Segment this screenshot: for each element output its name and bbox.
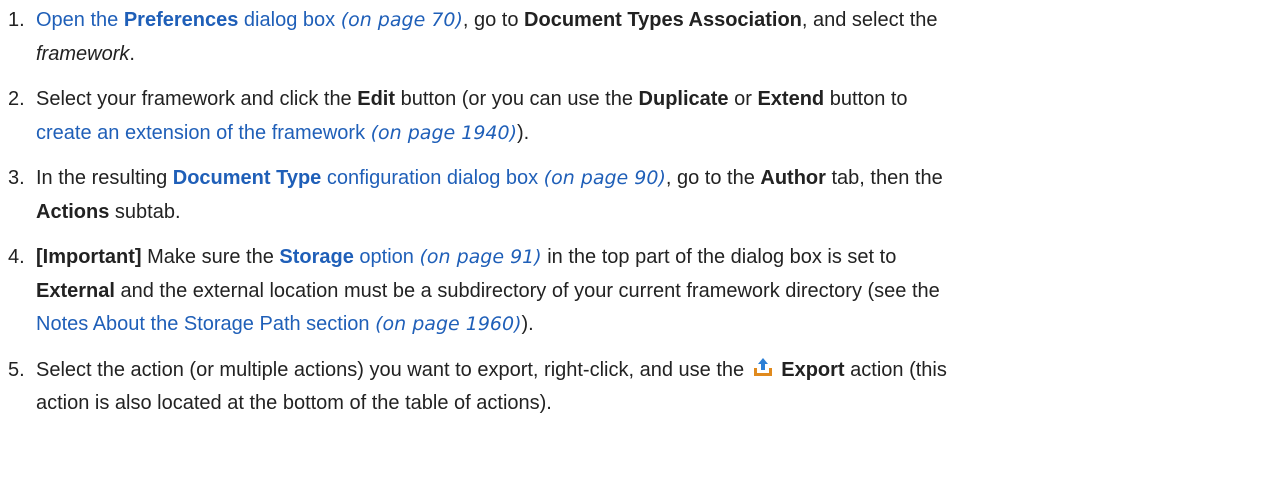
body-text: action is also located at the bottom of … — [36, 392, 552, 414]
body-text: . — [129, 42, 135, 65]
body-text: , and select the — [801, 9, 938, 31]
body-text: action (this — [844, 358, 947, 381]
body-text: ). — [517, 121, 530, 144]
body-text: or — [728, 88, 758, 110]
cross-reference-link[interactable]: Document Type — [173, 167, 322, 189]
body-text: button to — [824, 88, 908, 110]
cross-reference-link[interactable]: configuration dialog box — [321, 167, 543, 189]
ui-term: Edit — [357, 88, 396, 110]
instruction-steps: 1. Open the Preferences dialog box (on pa… — [8, 4, 1258, 433]
step-number: 1. — [8, 9, 25, 31]
cross-reference-link[interactable]: Notes About the Storage Path section — [36, 313, 375, 335]
ui-term: [Important] — [36, 246, 142, 268]
body-text: , go to — [462, 9, 525, 31]
step-item: 1. Open the Preferences dialog box (on pa… — [8, 4, 1258, 71]
ui-term: Document Types Association — [524, 9, 802, 31]
cross-reference-link[interactable]: dialog box — [238, 9, 335, 31]
ui-term: Duplicate — [638, 88, 729, 110]
step-item: 3. In the resulting Document Type configu… — [8, 162, 1258, 229]
step-text: Open the Preferences dialog box (on page… — [36, 4, 1258, 71]
step-number: 5. — [8, 358, 25, 381]
ui-term: Extend — [757, 88, 825, 110]
body-text: , go to the — [665, 167, 761, 189]
ui-term: Actions — [36, 200, 110, 223]
cross-reference-link[interactable]: create an extension of the framework — [36, 122, 371, 144]
emphasis-term: framework — [36, 42, 130, 65]
step-number: 2. — [8, 88, 25, 110]
step-text: Select the action (or multiple actions) … — [36, 354, 1258, 421]
export-icon — [753, 357, 772, 376]
ui-term: External — [36, 279, 115, 302]
body-text: and the external location must be a subd… — [114, 279, 940, 302]
step-text: In the resulting Document Type configura… — [36, 162, 1258, 229]
body-text: subtab. — [109, 200, 181, 223]
step-text: [Important] Make sure the Storage option… — [36, 241, 1258, 342]
step-item: 5. Select the action (or multiple actions… — [8, 354, 1258, 421]
body-text: in the top part of the dialog box is set… — [541, 246, 897, 268]
ui-term: Export — [781, 358, 845, 381]
ui-term: Author — [760, 167, 826, 189]
body-text: tab, then the — [825, 167, 943, 189]
cross-reference-link[interactable]: option — [354, 246, 420, 268]
page-reference-link[interactable]: (on page 1960) — [375, 313, 521, 335]
page-reference-link[interactable]: (on page 70) — [341, 9, 463, 31]
body-text: Make sure the — [141, 246, 280, 268]
body-text: ). — [521, 313, 534, 335]
body-text: Select the action (or multiple actions) … — [36, 358, 750, 381]
step-item: 2. Select your framework and click the Ed… — [8, 83, 1258, 150]
body-text: Select your framework and click the — [36, 88, 358, 110]
step-item: 4. [Important] Make sure the Storage opti… — [8, 241, 1258, 342]
cross-reference-link[interactable]: Preferences — [124, 9, 239, 31]
page-reference-link[interactable]: (on page 1940) — [371, 122, 517, 144]
body-text: In the resulting — [36, 167, 173, 189]
cross-reference-link[interactable]: Open the — [36, 9, 124, 31]
page-reference-link[interactable]: (on page 90) — [544, 167, 666, 189]
step-number: 4. — [8, 246, 25, 268]
step-number: 3. — [8, 167, 25, 189]
body-text: button (or you can use the — [395, 88, 639, 110]
page-reference-link[interactable]: (on page 91) — [419, 246, 541, 268]
cross-reference-link[interactable]: Storage — [279, 246, 353, 268]
step-text: Select your framework and click the Edit… — [36, 83, 1258, 150]
